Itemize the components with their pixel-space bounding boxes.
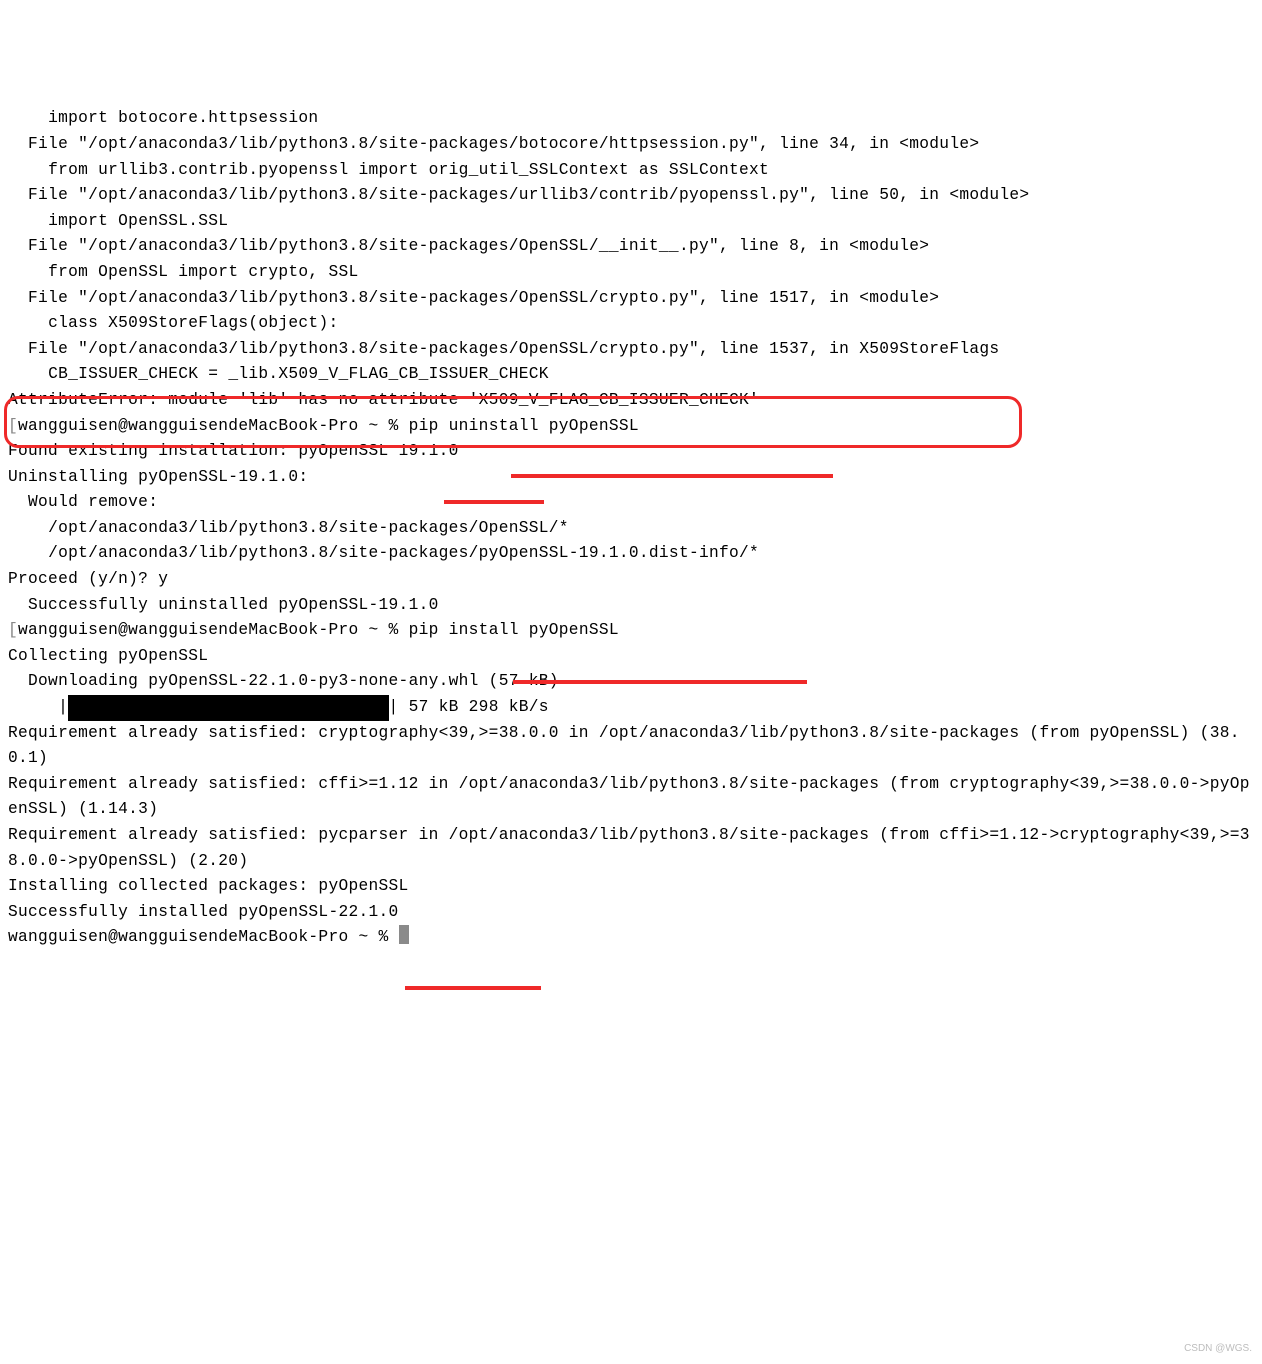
traceback-line: from urllib3.contrib.pyopenssl import or… xyxy=(8,161,769,179)
output-line: /opt/anaconda3/lib/python3.8/site-packag… xyxy=(8,544,759,562)
traceback-line: File "/opt/anaconda3/lib/python3.8/site-… xyxy=(8,340,999,358)
shell-command: pip uninstall pyOpenSSL xyxy=(409,417,639,435)
traceback-line: File "/opt/anaconda3/lib/python3.8/site-… xyxy=(8,135,979,153)
output-line: Would remove: xyxy=(8,493,158,511)
prompt-bracket: [ xyxy=(8,417,18,435)
output-line: Requirement already satisfied: cryptogra… xyxy=(8,724,1240,768)
output-line: Successfully uninstalled pyOpenSSL-19.1.… xyxy=(8,596,439,614)
traceback-line: from OpenSSL import crypto, SSL xyxy=(8,263,359,281)
output-line: Downloading pyOpenSSL-22.1.0-py3-none-an… xyxy=(8,672,559,690)
cursor-icon xyxy=(399,925,409,944)
output-line: Collecting pyOpenSSL xyxy=(8,647,208,665)
traceback-line: File "/opt/anaconda3/lib/python3.8/site-… xyxy=(8,237,929,255)
shell-prompt: wangguisen@wangguisendeMacBook-Pro ~ % xyxy=(18,621,409,639)
shell-prompt: wangguisen@wangguisendeMacBook-Pro ~ % xyxy=(18,417,409,435)
output-line: Requirement already satisfied: pycparser… xyxy=(8,826,1250,870)
output-line: Installing collected packages: pyOpenSSL xyxy=(8,877,409,895)
traceback-line: import OpenSSL.SSL xyxy=(8,212,228,230)
output-line: Found existing installation: pyOpenSSL 1… xyxy=(8,442,459,460)
traceback-line: import botocore.httpsession xyxy=(8,109,318,127)
traceback-line: File "/opt/anaconda3/lib/python3.8/site-… xyxy=(8,289,939,307)
terminal-output[interactable]: import botocore.httpsession File "/opt/a… xyxy=(8,106,1254,951)
output-line: Successfully installed pyOpenSSL-22.1.0 xyxy=(8,903,399,921)
shell-prompt: wangguisen@wangguisendeMacBook-Pro ~ % xyxy=(8,928,399,946)
progress-prefix: | xyxy=(8,698,68,716)
prompt-bracket: [ xyxy=(8,621,18,639)
shell-command: pip install pyOpenSSL xyxy=(409,621,619,639)
output-line: Uninstalling pyOpenSSL-19.1.0: xyxy=(8,468,308,486)
output-line: Requirement already satisfied: cffi>=1.1… xyxy=(8,775,1250,819)
output-line: /opt/anaconda3/lib/python3.8/site-packag… xyxy=(8,519,569,537)
progress-bar: ████████████████████████████████ xyxy=(68,695,388,721)
traceback-line: class X509StoreFlags(object): xyxy=(8,314,338,332)
prompt-proceed: Proceed (y/n)? y xyxy=(8,570,168,588)
error-line: AttributeError: module 'lib' has no attr… xyxy=(8,391,759,409)
traceback-line: CB_ISSUER_CHECK = _lib.X509_V_FLAG_CB_IS… xyxy=(8,365,549,383)
progress-suffix: | 57 kB 298 kB/s xyxy=(389,698,549,716)
underline-annotation xyxy=(405,986,541,990)
traceback-line: File "/opt/anaconda3/lib/python3.8/site-… xyxy=(8,186,1029,204)
watermark: CSDN @WGS. xyxy=(1184,1341,1252,1357)
